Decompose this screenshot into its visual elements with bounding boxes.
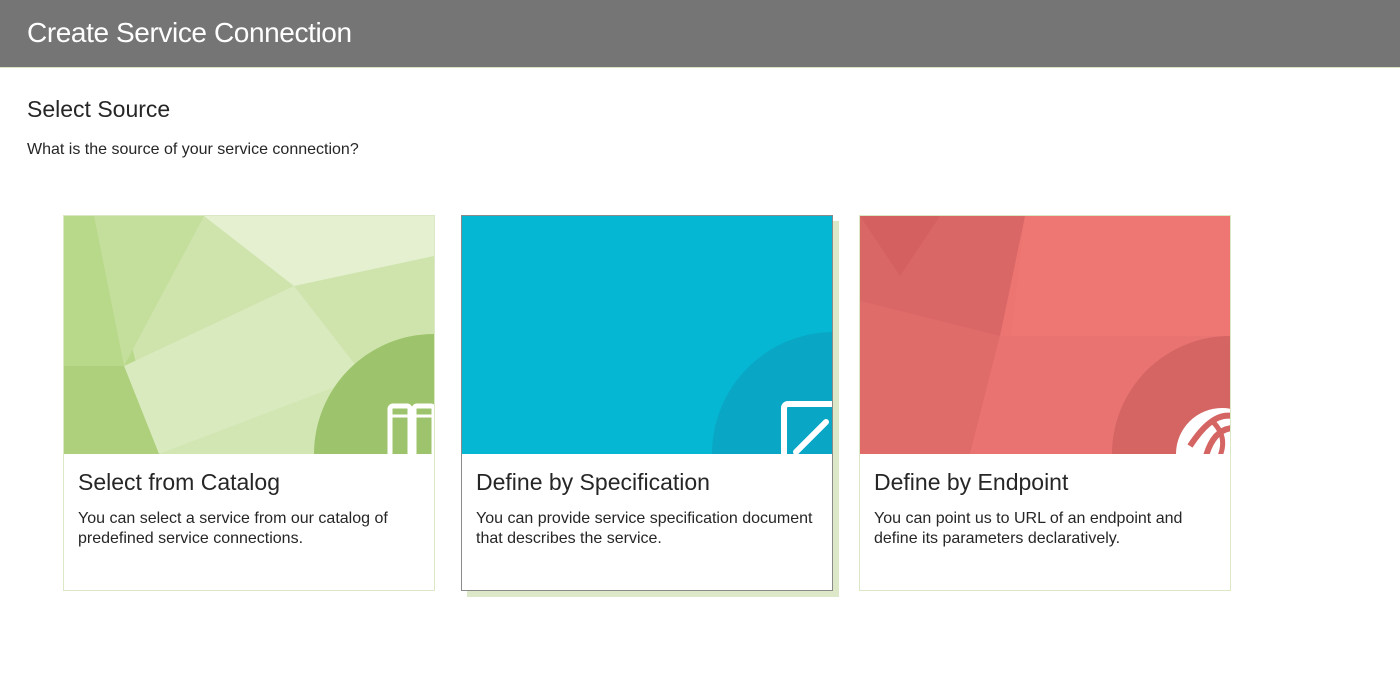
card-description: You can provide service specification do… <box>476 510 813 547</box>
specification-card-image <box>462 216 832 454</box>
card-description: You can select a service from our catalo… <box>78 510 388 547</box>
card-title: Select from Catalog <box>78 469 280 495</box>
card-description: You can point us to URL of an endpoint a… <box>874 510 1183 547</box>
card-define-by-specification[interactable]: Define by Specification You can provide … <box>461 215 833 591</box>
card-define-by-endpoint[interactable]: Define by Endpoint You can point us to U… <box>859 215 1231 591</box>
section-subtitle: What is the source of your service conne… <box>27 141 359 158</box>
app-header: Create Service Connection <box>0 0 1400 68</box>
catalog-card-image <box>64 216 434 454</box>
page-title: Create Service Connection <box>27 17 352 48</box>
card-title: Define by Endpoint <box>874 469 1069 495</box>
section-title: Select Source <box>27 96 171 122</box>
endpoint-card-image <box>860 216 1230 454</box>
card-title: Define by Specification <box>476 469 710 495</box>
card-select-from-catalog[interactable]: Select from Catalog You can select a ser… <box>63 215 435 591</box>
